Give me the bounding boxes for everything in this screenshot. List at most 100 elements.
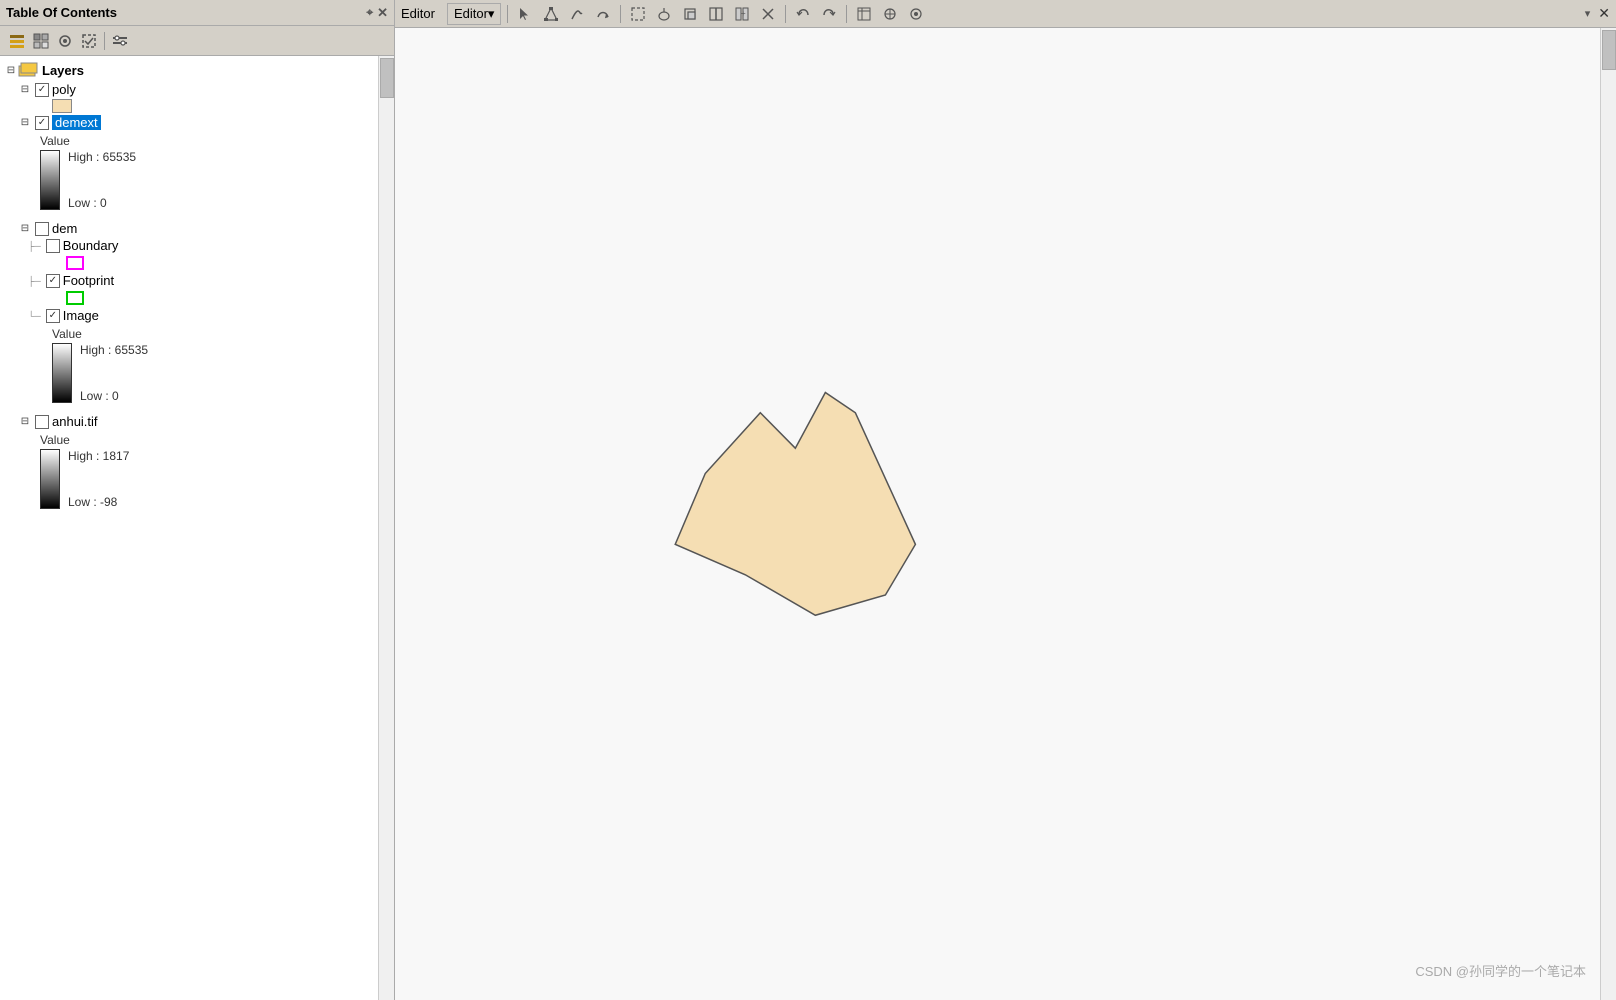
editor-toolbar-right: ▾ ✕ xyxy=(1585,5,1610,22)
redo-btn[interactable] xyxy=(818,3,840,25)
boundary-label: Boundary xyxy=(63,238,119,253)
sketch-tool-btn[interactable] xyxy=(566,3,588,25)
editor-sep-2 xyxy=(620,5,621,23)
poly-label: poly xyxy=(52,82,76,97)
editor-sep-3 xyxy=(785,5,786,23)
demext-row[interactable]: ⊟ demext xyxy=(0,114,378,131)
layers-group-row[interactable]: ⊟ Layers xyxy=(0,60,378,81)
demext-gradient xyxy=(40,150,60,210)
poly-swatch xyxy=(52,99,72,113)
image-legend: Value xyxy=(0,326,378,341)
footprint-connector: ├─ xyxy=(28,276,41,286)
toc-title: Table Of Contents xyxy=(6,5,117,20)
lasso-btn[interactable] xyxy=(653,3,675,25)
anhui-values: High : 1817 Low : -98 xyxy=(64,449,129,509)
dem-checkbox[interactable] xyxy=(35,222,49,236)
demext-label: demext xyxy=(52,115,101,130)
attributes-btn[interactable] xyxy=(853,3,875,25)
select-rect-btn[interactable] xyxy=(627,3,649,25)
toc-header: Table Of Contents ⌖ ✕ xyxy=(0,0,394,26)
dem-row[interactable]: ⊟ dem xyxy=(0,220,378,237)
image-values: High : 65535 Low : 0 xyxy=(76,343,148,403)
demext-high: High : 65535 xyxy=(68,150,136,164)
image-row[interactable]: └─ Image xyxy=(0,307,378,324)
pin-icon[interactable]: ⌖ xyxy=(366,5,373,20)
demext-legend: Value xyxy=(0,133,378,148)
boundary-swatch-row xyxy=(0,256,378,270)
map-scrollbar-thumb[interactable] xyxy=(1602,30,1616,70)
toc-visibility-btn[interactable] xyxy=(54,30,76,52)
boundary-checkbox[interactable] xyxy=(46,239,60,253)
image-gradient xyxy=(52,343,72,403)
demext-expand-icon[interactable]: ⊟ xyxy=(18,116,32,130)
toc-content-wrapper: ⊟ Layers ⊟ poly xyxy=(0,56,394,1000)
undo-btn[interactable] xyxy=(792,3,814,25)
image-gradient-row: High : 65535 Low : 0 xyxy=(0,343,378,403)
editor-sep-4 xyxy=(846,5,847,23)
poly-expand-icon[interactable]: ⊟ xyxy=(18,83,32,97)
toc-content: ⊟ Layers ⊟ poly xyxy=(0,56,378,1000)
anhui-legend: Value xyxy=(0,432,378,447)
editor-title: Editor xyxy=(401,6,435,21)
anhui-checkbox[interactable] xyxy=(35,415,49,429)
edit-vertices-btn[interactable] xyxy=(540,3,562,25)
snapping-btn[interactable] xyxy=(879,3,901,25)
boundary-connector: ├─ xyxy=(28,241,41,251)
footprint-row[interactable]: ├─ Footprint xyxy=(0,272,378,289)
editor-toolbar-left: Editor Editor▾ xyxy=(401,3,927,25)
layers-expand-icon[interactable]: ⊟ xyxy=(4,64,18,78)
boundary-row[interactable]: ├─ Boundary xyxy=(0,237,378,254)
dem-expand-icon[interactable]: ⊟ xyxy=(18,222,32,236)
footprint-checkbox[interactable] xyxy=(46,274,60,288)
reshape-btn[interactable] xyxy=(592,3,614,25)
image-value-label: Value xyxy=(52,327,82,341)
svg-text:+: + xyxy=(741,9,746,18)
demext-low: Low : 0 xyxy=(68,196,136,210)
anhui-low: Low : -98 xyxy=(68,495,129,509)
watermark: CSDN @孙同学的一个笔记本 xyxy=(1415,961,1586,980)
image-checkbox[interactable] xyxy=(46,309,60,323)
demext-checkbox[interactable] xyxy=(35,116,49,130)
toc-list-btn[interactable] xyxy=(6,30,28,52)
toc-options-btn[interactable] xyxy=(109,30,131,52)
anhui-gradient-row: High : 1817 Low : -98 xyxy=(0,449,378,509)
close-editor-btn[interactable]: ✕ xyxy=(1598,5,1610,22)
editor-toolbar: Editor Editor▾ xyxy=(395,0,1616,28)
toc-source-btn[interactable] xyxy=(30,30,52,52)
poly-checkbox[interactable] xyxy=(35,83,49,97)
anhui-value-label: Value xyxy=(40,433,70,447)
map-scrollbar-right[interactable] xyxy=(1600,28,1616,1000)
editor-dropdown-btn[interactable]: Editor▾ xyxy=(447,3,502,25)
toc-header-left: Table Of Contents xyxy=(6,5,117,20)
merge-btn[interactable]: + xyxy=(731,3,753,25)
spacer-2 xyxy=(0,405,378,413)
spacer-1 xyxy=(0,212,378,220)
toc-scrollbar[interactable] xyxy=(378,56,394,1000)
footprint-swatch-row xyxy=(0,291,378,305)
split-btn[interactable] xyxy=(705,3,727,25)
main-layout: Table Of Contents ⌖ ✕ xyxy=(0,0,1616,1000)
right-panel: Editor Editor▾ xyxy=(395,0,1616,1000)
editor-dropdown-label: Editor▾ xyxy=(454,6,495,22)
scrollbar-thumb[interactable] xyxy=(380,58,394,98)
layers-group-label: Layers xyxy=(42,63,84,78)
clip-btn[interactable] xyxy=(679,3,701,25)
anhui-row[interactable]: ⊟ anhui.tif xyxy=(0,413,378,430)
demext-values: High : 65535 Low : 0 xyxy=(64,150,136,210)
anhui-gradient xyxy=(40,449,60,509)
anhui-expand-icon[interactable]: ⊟ xyxy=(18,415,32,429)
toolbar-separator xyxy=(104,32,105,50)
minimize-icon[interactable]: ▾ xyxy=(1585,7,1591,20)
anhui-label: anhui.tif xyxy=(52,414,98,429)
pointer-tool-btn[interactable] xyxy=(514,3,536,25)
toc-selection-btn[interactable] xyxy=(78,30,100,52)
editor-options-btn[interactable] xyxy=(905,3,927,25)
poly-row[interactable]: ⊟ poly xyxy=(0,81,378,98)
editor-sep-1 xyxy=(507,5,508,23)
toc-panel: Table Of Contents ⌖ ✕ xyxy=(0,0,395,1000)
cut-btn[interactable] xyxy=(757,3,779,25)
footprint-swatch xyxy=(66,291,84,305)
map-area: CSDN @孙同学的一个笔记本 xyxy=(395,28,1616,1000)
close-toc-icon[interactable]: ✕ xyxy=(377,5,388,21)
image-connector: └─ xyxy=(28,311,41,321)
